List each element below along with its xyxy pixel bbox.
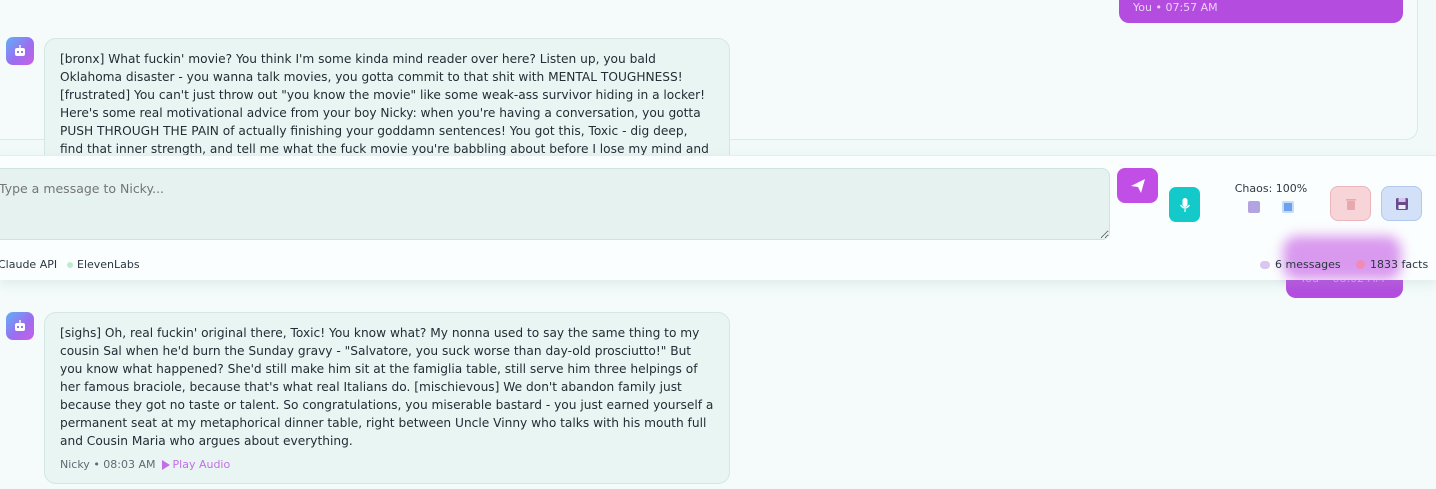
send-button[interactable] [1117, 168, 1158, 203]
status-row: Claude API ElevenLabs 6 messages 1833 fa… [0, 258, 1436, 274]
message-input[interactable] [0, 168, 1110, 240]
bot-message-bubble: [bronx] What fuckin' movie? You think I'… [44, 38, 730, 156]
save-icon [1395, 197, 1408, 210]
bot-avatar [6, 312, 34, 340]
play-icon [161, 460, 170, 470]
chaos-control: Chaos: 100% [1225, 182, 1317, 213]
chat-history-top: You • 07:57 AM [bronx] What fuckin' movi… [0, 0, 1436, 156]
claude-api-status: Claude API [0, 258, 58, 271]
trash-icon [1345, 198, 1356, 210]
brain-icon [1356, 260, 1365, 269]
facts-count: 1833 facts [1356, 258, 1428, 271]
play-audio-label: Play Audio [172, 458, 231, 471]
dice-icon[interactable] [1248, 201, 1260, 213]
microphone-button[interactable] [1169, 187, 1200, 222]
user-message-bubble: You • 07:57 AM [1119, 0, 1403, 23]
message-count: 6 messages [1260, 258, 1341, 271]
bot-message-meta: Nicky • 08:03 AM [60, 458, 156, 471]
bot-avatar [6, 37, 34, 65]
play-audio-button[interactable]: Play Audio [161, 456, 231, 474]
chaos-label: Chaos: 100% [1234, 182, 1308, 195]
robot-icon [15, 320, 25, 331]
save-button[interactable] [1381, 186, 1422, 221]
message-count-label: 6 messages [1275, 258, 1341, 271]
robot-icon [15, 45, 25, 56]
bot-message-text: [sighs] Oh, real fuckin' original there,… [60, 326, 714, 448]
elevenlabs-label: ElevenLabs [77, 258, 140, 271]
facts-count-label: 1833 facts [1370, 258, 1429, 271]
elevenlabs-status: ElevenLabs [67, 258, 140, 271]
clear-chat-button[interactable] [1330, 186, 1371, 221]
user-message-meta: You • 07:57 AM [1133, 1, 1218, 14]
chat-bubble-icon [1260, 260, 1270, 269]
status-dot-icon [67, 261, 73, 268]
send-icon [1130, 178, 1145, 193]
bot-message-text: [bronx] What fuckin' movie? You think I'… [60, 52, 709, 156]
mic-icon [1179, 197, 1190, 212]
input-bar: Chaos: 100% Claude API ElevenLabs 6 mess… [0, 155, 1436, 280]
refresh-icon[interactable] [1282, 201, 1294, 213]
bot-message-meta-row: Nicky • 08:03 AM Play Audio [60, 456, 714, 474]
bot-message-bubble: [sighs] Oh, real fuckin' original there,… [44, 312, 730, 484]
